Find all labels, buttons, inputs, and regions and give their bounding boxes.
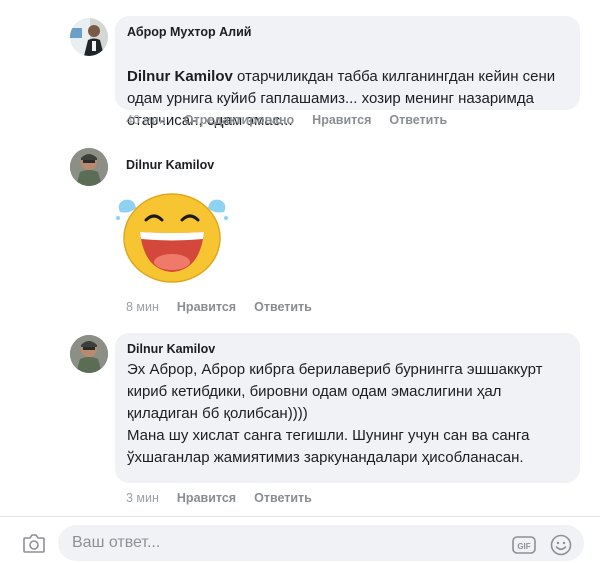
reply-button[interactable]: Ответить (389, 113, 447, 127)
reply-button[interactable]: Ответить (254, 300, 312, 314)
comment-meta: 3 мин Нравится Ответить (126, 491, 312, 505)
emoji-icon[interactable] (550, 534, 572, 561)
like-button[interactable]: Нравится (312, 113, 371, 127)
reply-button[interactable]: Ответить (254, 491, 312, 505)
svg-text:GIF: GIF (517, 542, 530, 551)
comment-author[interactable]: Аброр Мухтор Алий (127, 24, 568, 40)
avatar[interactable] (70, 18, 108, 56)
comment-meta: 8 мин Нравится Ответить (126, 300, 312, 314)
avatar[interactable] (70, 335, 108, 373)
avatar[interactable] (70, 148, 108, 186)
reply-composer: GIF (0, 516, 600, 563)
mention-link[interactable]: Dilnur Kamilov (127, 68, 233, 85)
comment-author[interactable]: Dilnur Kamilov (127, 341, 568, 357)
comment-body: Эх Аброр, Аброр кибрга берилавериб бурни… (127, 361, 543, 466)
comment-bubble: Аброр Мухтор Алий Dilnur Kamilov отарчил… (115, 16, 580, 129)
reply-input[interactable] (58, 525, 584, 561)
comment-meta: 40 мин Отредактировано Нравится Ответить (126, 113, 447, 127)
camera-icon[interactable] (22, 532, 46, 559)
comment-author[interactable]: Dilnur Kamilov (126, 157, 214, 173)
comment-time[interactable]: 40 мин (126, 113, 166, 127)
laughing-tears-sticker (112, 190, 236, 295)
comment-bubble: Dilnur Kamilov Эх Аброр, Аброр кибрга бе… (115, 333, 580, 483)
comment-time[interactable]: 8 мин (126, 300, 159, 314)
gif-icon[interactable]: GIF (512, 535, 536, 560)
like-button[interactable]: Нравится (177, 300, 236, 314)
comment-time[interactable]: 3 мин (126, 491, 159, 505)
edited-label[interactable]: Отредактировано (184, 113, 294, 127)
like-button[interactable]: Нравится (177, 491, 236, 505)
